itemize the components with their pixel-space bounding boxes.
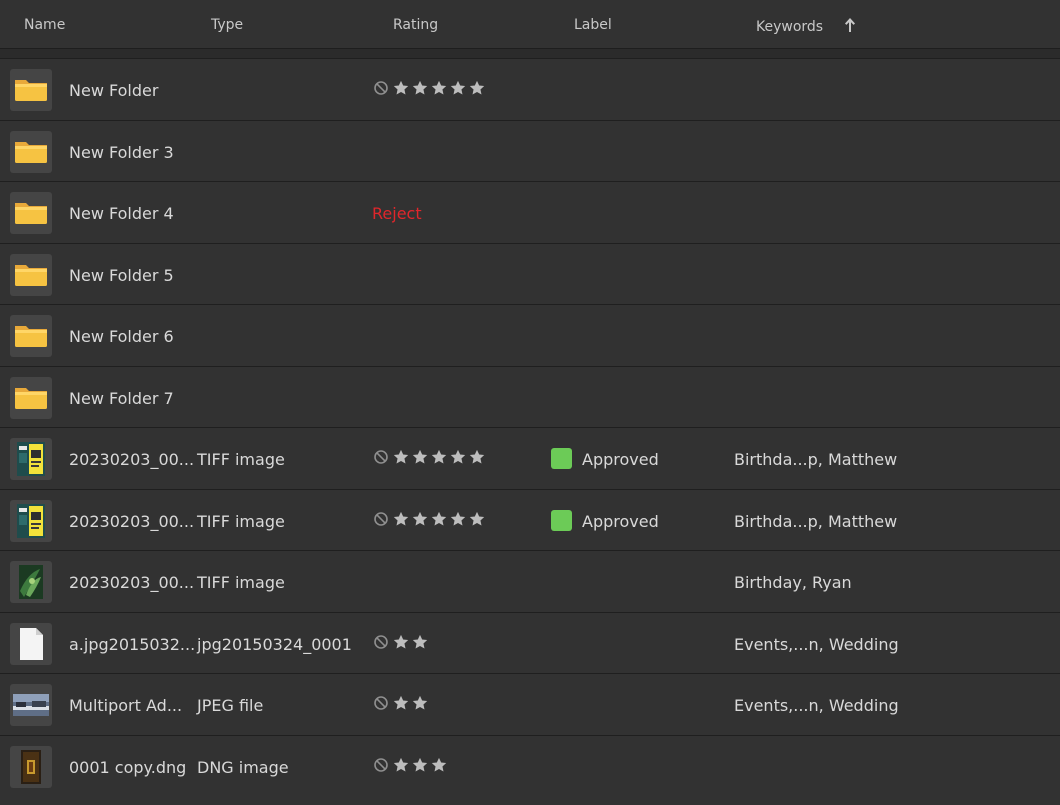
image-thumbnail[interactable] [10,438,52,480]
folder-icon[interactable] [10,69,52,111]
row-keywords: Birthday, Ryan [734,573,852,592]
star-icon[interactable] [449,79,467,101]
star-icon[interactable] [392,633,410,655]
row-name[interactable]: a.jpg2015032... [69,635,195,654]
table-row[interactable]: a.jpg2015032... jpg20150324_0001 Events,..… [0,611,1060,673]
star-icon[interactable] [430,756,448,778]
star-icon[interactable] [392,79,410,101]
row-label: Approved [582,450,659,469]
star-icon[interactable] [468,510,486,532]
star-icon[interactable] [411,448,429,470]
row-type: JPEG file [197,696,264,715]
row-name[interactable]: 20230203_00... [69,573,194,592]
row-type: TIFF image [197,511,285,531]
row-keywords: Birthda...p, Matthew [734,450,898,469]
column-type-header[interactable]: Type [211,17,243,33]
column-keywords-label: Keywords [756,19,824,35]
row-name[interactable]: New Folder 3 [69,143,174,162]
row-type: jpg20150324_0001 [197,634,352,654]
row-name[interactable]: New Folder [69,81,158,100]
file-icon[interactable] [10,622,52,665]
row-name[interactable]: New Folder 5 [69,266,174,285]
row-keywords: Events,...n, Wedding [734,634,899,654]
reject-icon[interactable] [373,80,389,100]
star-icon[interactable] [392,448,410,470]
star-rating[interactable] [373,756,449,778]
row-name[interactable]: 20230203_00... [69,512,194,531]
folder-icon[interactable] [10,192,52,234]
image-thumbnail[interactable] [10,499,52,542]
reject-icon[interactable] [373,511,389,531]
row-keywords: Events,...n, Wedding [734,696,899,715]
table-row[interactable]: 20230203_00... TIFF image Approved Birthda.… [0,488,1060,550]
row-type: DNG image [197,757,289,777]
table-row[interactable]: Multiport Ad... JPEG file Events,...n, Wed… [0,673,1060,735]
star-icon[interactable] [468,448,486,470]
row-name[interactable]: New Folder 4 [69,204,174,223]
column-keywords-header[interactable]: Keywords [756,17,856,37]
star-icon[interactable] [392,510,410,532]
star-icon[interactable] [411,756,429,778]
star-icon[interactable] [411,694,429,716]
label-color-swatch [551,509,572,531]
star-icon[interactable] [449,448,467,470]
table-row[interactable]: New Folder 5 [0,242,1060,304]
reject-label[interactable]: Reject [372,204,422,223]
folder-icon[interactable] [10,315,52,357]
column-header: Name Type Rating Label Keywords [0,0,1060,50]
row-keywords: Birthda...p, Matthew [734,511,898,531]
star-rating[interactable] [373,694,430,716]
star-icon[interactable] [411,79,429,101]
row-label: Approved [582,511,659,531]
reject-icon[interactable] [373,757,389,777]
table-row[interactable]: New Folder 7 [0,365,1060,427]
row-type: TIFF image [197,450,285,469]
table-row[interactable]: New Folder 4 Reject [0,181,1060,243]
table-row[interactable]: 20230203_00... TIFF image Birthday, Ryan [0,550,1060,612]
row-name[interactable]: New Folder 7 [69,389,174,408]
column-label-header[interactable]: Label [574,17,612,33]
row-name[interactable]: 0001 copy.dng [69,758,186,777]
star-icon[interactable] [449,510,467,532]
star-icon[interactable] [411,633,429,655]
image-thumbnail[interactable] [10,684,52,726]
star-icon[interactable] [392,694,410,716]
star-icon[interactable] [430,79,448,101]
reject-icon[interactable] [373,449,389,469]
star-icon[interactable] [411,510,429,532]
image-thumbnail[interactable] [10,745,52,788]
folder-icon[interactable] [10,253,52,296]
row-name[interactable]: Multiport Ad... [69,696,182,715]
star-icon[interactable] [430,510,448,532]
label-color-swatch [551,448,572,469]
table-row[interactable]: New Folder 3 [0,119,1060,181]
star-rating[interactable] [373,633,430,655]
table-row[interactable]: 0001 copy.dng DNG image [0,734,1060,796]
table-row[interactable]: 20230203_00... TIFF image Approved Birthda.… [0,427,1060,489]
reject-icon[interactable] [373,695,389,715]
row-type: TIFF image [197,573,285,592]
reject-icon[interactable] [373,634,389,654]
star-icon[interactable] [430,448,448,470]
image-thumbnail[interactable] [10,561,52,603]
star-icon[interactable] [468,79,486,101]
column-name-header[interactable]: Name [24,17,65,33]
star-rating[interactable] [373,79,487,101]
row-name[interactable]: New Folder 6 [69,327,174,346]
table-row[interactable]: New Folder [0,58,1060,120]
table-row[interactable]: New Folder 6 [0,304,1060,366]
star-icon[interactable] [392,756,410,778]
star-rating[interactable] [373,448,487,470]
column-rating-header[interactable]: Rating [393,17,438,33]
header-gap [0,49,1060,58]
folder-icon[interactable] [10,130,52,173]
row-name[interactable]: 20230203_00... [69,450,194,469]
folder-icon[interactable] [10,376,52,419]
arrow-up-icon[interactable] [844,17,856,37]
star-rating[interactable] [373,510,487,532]
